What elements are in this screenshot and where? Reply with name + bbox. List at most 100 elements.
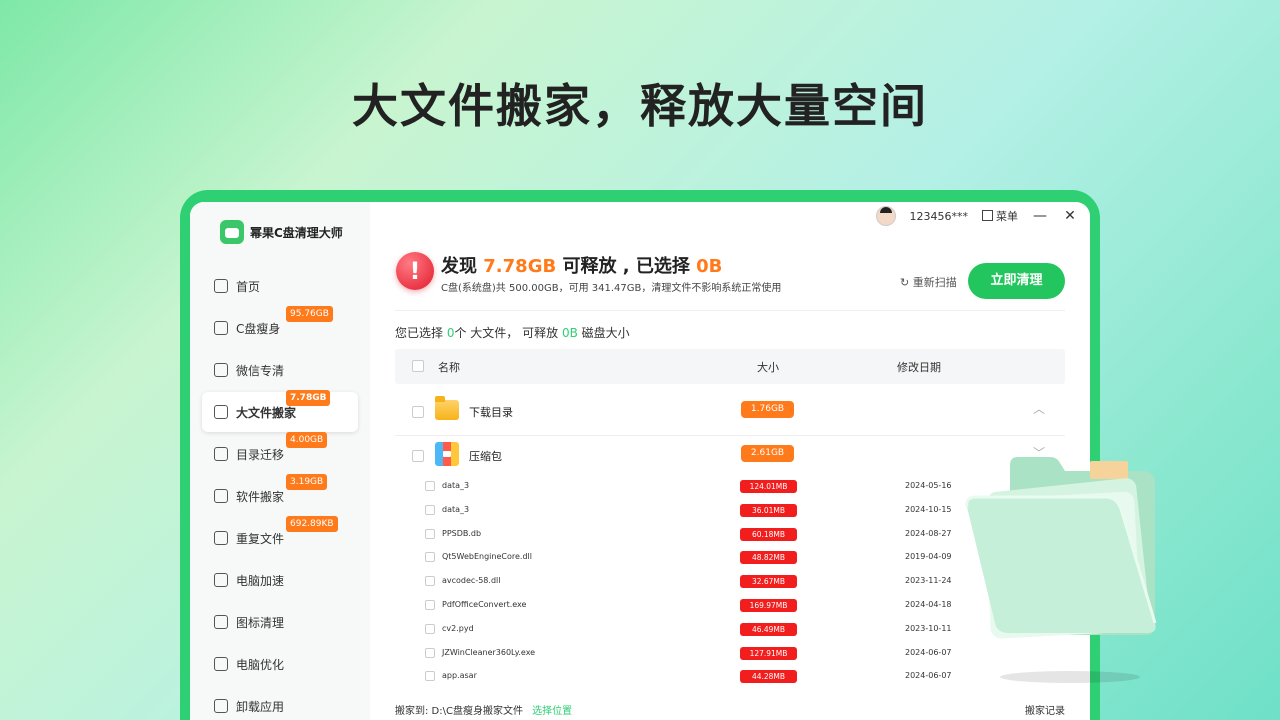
sidebar-item-2[interactable]: 微信专清 xyxy=(202,350,358,390)
group-checkbox[interactable] xyxy=(412,406,424,418)
summary-suffix: 磁盘大小 xyxy=(581,326,630,340)
sidebar-badge: 7.78GB xyxy=(286,390,331,406)
sidebar-item-8[interactable]: 图标清理 xyxy=(202,602,358,642)
close-button[interactable]: ✕ xyxy=(1062,208,1078,224)
file-checkbox[interactable] xyxy=(425,671,435,682)
divider xyxy=(395,310,1065,311)
topbar: 123456*** 菜单 — ✕ xyxy=(875,202,1091,230)
group-size-badge: 2.61GB xyxy=(741,445,794,462)
file-date: 2024-06-07 xyxy=(905,671,952,681)
file-date: 2023-10-11 xyxy=(905,623,952,633)
sidebar-item-label: 重复文件 xyxy=(236,531,285,546)
file-checkbox[interactable] xyxy=(425,528,435,539)
archive-icon xyxy=(435,442,459,466)
file-date: 2024-08-27 xyxy=(905,528,952,538)
folder-icon xyxy=(435,396,459,420)
basket-icon xyxy=(214,615,228,629)
file-checkbox[interactable] xyxy=(425,504,435,515)
choose-location-link[interactable]: 选择位置 xyxy=(532,706,572,717)
app-logo: 幂果C盘清理大师 xyxy=(220,220,343,244)
app-logo-icon xyxy=(220,220,244,244)
move-file-icon xyxy=(214,405,228,419)
found-mid: 可释放 , 已选择 xyxy=(562,256,690,277)
file-size-badge: 124.01MB xyxy=(740,480,797,493)
column-size[interactable]: 大小 xyxy=(757,359,779,375)
sidebar-item-label: 软件搬家 xyxy=(236,489,285,504)
group-row-downloads[interactable]: 下载目录 1.76GB ︿ xyxy=(395,393,1065,436)
sidebar-nav: 首页 C盘瘦身 95.76GB 微信专清 大文件搬家 7.78GB 目录迁移 4.00GB 软件… xyxy=(202,266,358,720)
rocket-icon xyxy=(214,573,228,587)
file-date: 2024-06-07 xyxy=(905,647,952,657)
sidebar-item-label: 图标清理 xyxy=(236,615,285,630)
duplicate-icon xyxy=(214,531,228,545)
column-date[interactable]: 修改日期 xyxy=(897,359,941,375)
scan-result-title: 发现 7.78GB 可释放 , 已选择 0B xyxy=(441,252,722,278)
select-all-checkbox[interactable] xyxy=(412,360,424,372)
group-size-badge: 1.76GB xyxy=(741,401,794,418)
file-checkbox[interactable] xyxy=(425,623,435,634)
clean-now-button[interactable]: 立即清理 xyxy=(968,263,1065,299)
file-checkbox[interactable] xyxy=(425,600,435,610)
summary-mid: 个 大文件， 可释放 xyxy=(454,326,559,340)
found-size: 7.78GB xyxy=(483,256,557,277)
footer-bar: 搬家到: D:\C盘瘦身搬家文件 选择位置 搬家记录 xyxy=(395,702,1065,717)
menu-button[interactable]: 菜单 xyxy=(982,208,1018,224)
sidebar: 幂果C盘清理大师 首页 C盘瘦身 95.76GB 微信专清 大文件搬家 7.78GB 目录迁… xyxy=(190,202,370,720)
decorative-folder-icon xyxy=(965,457,1157,683)
file-checkbox[interactable] xyxy=(425,481,435,491)
rescan-button[interactable]: ↻ 重新扫描 xyxy=(900,274,957,290)
folder-move-icon xyxy=(214,447,228,461)
move-target-path: 搬家到: D:\C盘瘦身搬家文件 xyxy=(395,706,523,717)
file-name: data_3 xyxy=(442,481,470,490)
menu-label: 菜单 xyxy=(996,210,1018,223)
file-name: PdfOfficeConvert.exe xyxy=(442,600,527,609)
sidebar-item-3[interactable]: 大文件搬家 7.78GB xyxy=(202,390,358,432)
sidebar-item-4[interactable]: 目录迁移 4.00GB xyxy=(202,432,358,474)
row-divider xyxy=(395,435,1065,436)
user-name[interactable]: 123456*** xyxy=(910,210,969,223)
sidebar-badge: 4.00GB xyxy=(286,432,328,448)
alert-icon: ! xyxy=(396,252,434,290)
file-size-badge: 46.49MB xyxy=(740,622,797,636)
file-checkbox[interactable] xyxy=(425,576,435,587)
sidebar-badge: 692.89KB xyxy=(286,516,338,532)
wechat-icon xyxy=(214,363,228,377)
sidebar-badge: 95.76GB xyxy=(286,306,333,322)
sidebar-item-0[interactable]: 首页 xyxy=(202,266,358,306)
sidebar-item-label: 电脑优化 xyxy=(236,657,285,672)
sidebar-item-label: 大文件搬家 xyxy=(236,405,297,420)
sidebar-item-label: 微信专清 xyxy=(236,363,285,378)
group-name: 下载目录 xyxy=(469,406,513,419)
group-checkbox[interactable] xyxy=(412,450,424,462)
selected-size: 0B xyxy=(696,256,723,277)
file-name: avcodec-58.dll xyxy=(442,576,501,586)
file-name: JZWinCleaner360Ly.exe xyxy=(442,647,536,657)
chevron-up-icon[interactable]: ︿ xyxy=(1033,400,1045,417)
minimize-button[interactable]: — xyxy=(1032,208,1048,224)
file-name: data_3 xyxy=(442,504,470,514)
sidebar-item-5[interactable]: 软件搬家 3.19GB xyxy=(202,474,358,516)
file-checkbox[interactable] xyxy=(425,552,435,563)
file-size-badge: 60.18MB xyxy=(740,527,797,541)
file-name: cv2.pyd xyxy=(442,623,474,633)
sidebar-item-6[interactable]: 重复文件 692.89KB xyxy=(202,516,358,558)
file-checkbox[interactable] xyxy=(425,647,435,658)
selection-summary: 您已选择 0个 大文件， 可释放 0B 磁盘大小 xyxy=(395,324,630,341)
user-avatar-icon[interactable] xyxy=(875,206,896,226)
file-name: Qt5WebEngineCore.dll xyxy=(442,552,532,562)
file-size-badge: 44.28MB xyxy=(740,670,797,684)
move-records-link[interactable]: 搬家记录 xyxy=(1025,702,1065,717)
sidebar-item-label: 目录迁移 xyxy=(236,447,285,462)
sidebar-item-1[interactable]: C盘瘦身 95.76GB xyxy=(202,306,358,348)
found-prefix: 发现 xyxy=(441,256,477,277)
file-name: PPSDB.db xyxy=(442,528,482,538)
column-name[interactable]: 名称 xyxy=(438,359,460,375)
file-date: 2019-04-09 xyxy=(905,552,952,562)
table-header: 名称 大小 修改日期 xyxy=(395,349,1065,384)
file-size-badge: 32.67MB xyxy=(740,575,797,589)
sidebar-item-7[interactable]: 电脑加速 xyxy=(202,560,358,600)
file-date: 2024-10-15 xyxy=(905,504,952,514)
sidebar-item-9[interactable]: 电脑优化 xyxy=(202,644,358,684)
file-size-badge: 36.01MB xyxy=(740,503,797,517)
sidebar-item-10[interactable]: 卸载应用 xyxy=(202,686,358,720)
